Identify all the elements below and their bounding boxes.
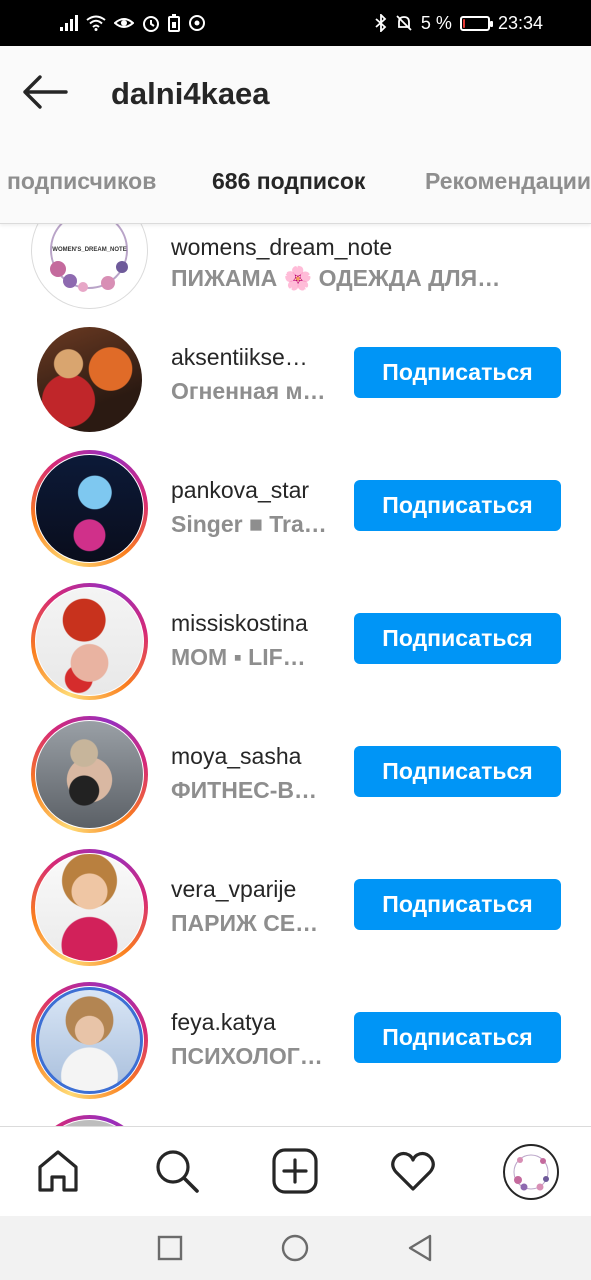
back-triangle-icon [408, 1234, 432, 1262]
home-icon [38, 1150, 78, 1192]
follow-button[interactable]: Подписаться [354, 879, 561, 930]
avatar-image [36, 588, 143, 695]
system-back-button[interactable] [405, 1233, 435, 1263]
username[interactable]: moya_sasha [171, 743, 301, 770]
top-header: dalni4kaea [0, 46, 591, 138]
status-icons-right: 5 % 23:34 [375, 12, 543, 34]
list-item[interactable]: vera_vparije ПАРИЖ СЕ… Подписаться [0, 849, 591, 982]
nav-home-button[interactable] [34, 1147, 82, 1195]
recent-apps-button[interactable] [155, 1233, 185, 1263]
avatar[interactable]: WOMEN'S_DREAM_NOTE [31, 224, 148, 309]
search-icon [156, 1150, 199, 1193]
username[interactable]: missiskostina [171, 610, 308, 637]
arrow-left-icon [23, 75, 68, 109]
status-icons-left [60, 12, 206, 34]
mute-bell-icon [396, 15, 412, 31]
follow-button[interactable]: Подписаться [354, 746, 561, 797]
eye-icon [114, 18, 134, 28]
page-title: dalni4kaea [111, 76, 270, 111]
clock: 23:34 [497, 12, 543, 33]
list-item[interactable] [0, 1115, 591, 1126]
avatar-image [36, 854, 143, 961]
profile-avatar [507, 1148, 555, 1196]
nfc-icon [189, 15, 205, 31]
nav-new-post-button[interactable] [271, 1147, 319, 1195]
username[interactable]: vera_vparije [171, 876, 296, 903]
status-bar: 5 % 23:34 [0, 0, 591, 46]
signal-icon [60, 15, 78, 31]
follow-button[interactable]: Подписаться [354, 613, 561, 664]
following-list: WOMEN'S_DREAM_NOTE womens_dream_note ПИЖ… [0, 224, 591, 1126]
username[interactable]: womens_dream_note [171, 234, 392, 261]
avatar-story-ring[interactable] [31, 982, 148, 1099]
battery-level [462, 18, 466, 28]
wifi-icon [86, 15, 106, 31]
system-home-button[interactable] [280, 1233, 310, 1263]
app-screen: 5 % 23:34 dalni4kaea подписчиков 686 под… [0, 0, 591, 1280]
alarm-icon [143, 16, 159, 32]
logo-text: WOMEN'S_DREAM_NOTE [52, 247, 127, 253]
system-navigation-bar [0, 1216, 591, 1280]
heart-icon [391, 1151, 435, 1191]
bio: Singer ■ Tra… [171, 511, 327, 537]
battery-percent: 5 % [420, 12, 452, 33]
flower-wreath-logo [50, 224, 128, 292]
nav-profile-button[interactable] [503, 1144, 559, 1200]
bluetooth-icon [375, 14, 387, 32]
bio: Огненная м… [171, 378, 326, 404]
nav-search-button[interactable] [153, 1147, 201, 1195]
tab-following[interactable]: 686 подписок [212, 168, 365, 195]
avatar-image [37, 327, 142, 432]
username[interactable]: aksentiikse… [171, 344, 308, 371]
follow-button[interactable]: Подписаться [354, 347, 561, 398]
tab-bar: подписчиков 686 подписок Рекомендации [0, 138, 591, 224]
avatar-image [36, 455, 143, 562]
bio: MOM ▪ LIF… [171, 644, 306, 670]
username[interactable]: feya.katya [171, 1009, 276, 1036]
bio: ПАРИЖ СЕ… [171, 910, 319, 936]
follow-button[interactable]: Подписаться [354, 1012, 561, 1063]
recent-apps-icon [157, 1235, 183, 1261]
list-item[interactable]: aksentiikse… Огненная м… Подписаться [0, 317, 591, 450]
list-item[interactable]: pankova_star Singer ■ Tra… Подписаться [0, 450, 591, 583]
nav-activity-button[interactable] [389, 1147, 437, 1195]
bio: ПИЖАМА 🌸 ОДЕЖДА ДЛЯ… [171, 265, 501, 291]
flower-wreath-logo [513, 1154, 549, 1191]
avatar-image: WOMEN'S_DREAM_NOTE [38, 224, 141, 302]
home-circle-icon [281, 1234, 309, 1262]
avatar-story-ring[interactable] [31, 583, 148, 700]
bottom-navigation [0, 1126, 591, 1216]
avatar-image [36, 987, 143, 1094]
tab-followers[interactable]: подписчиков [7, 168, 156, 195]
add-post-icon [272, 1148, 318, 1194]
follow-button[interactable]: Подписаться [354, 480, 561, 531]
back-button[interactable] [20, 72, 70, 112]
avatar-story-ring[interactable] [31, 849, 148, 966]
avatar-story-ring[interactable] [31, 716, 148, 833]
list-item[interactable]: moya_sasha ФИТНЕС-В… Подписаться [0, 716, 591, 849]
list-item[interactable]: missiskostina MOM ▪ LIF… Подписаться [0, 583, 591, 716]
list-item[interactable]: feya.katya ПСИХОЛОГ… Подписаться [0, 982, 591, 1115]
battery-saver-icon [168, 14, 180, 32]
list-item[interactable]: WOMEN'S_DREAM_NOTE womens_dream_note ПИЖ… [0, 224, 591, 317]
avatar-story-ring[interactable] [31, 1115, 148, 1126]
avatar-story-ring[interactable] [31, 450, 148, 567]
battery-icon [459, 15, 493, 31]
bio: ПСИХОЛОГ… [171, 1043, 323, 1069]
tab-recommendations[interactable]: Рекомендации [425, 168, 591, 195]
bio: ФИТНЕС-В… [171, 777, 318, 803]
avatar[interactable] [31, 321, 148, 438]
avatar-image [36, 721, 143, 828]
username[interactable]: pankova_star [171, 477, 309, 504]
